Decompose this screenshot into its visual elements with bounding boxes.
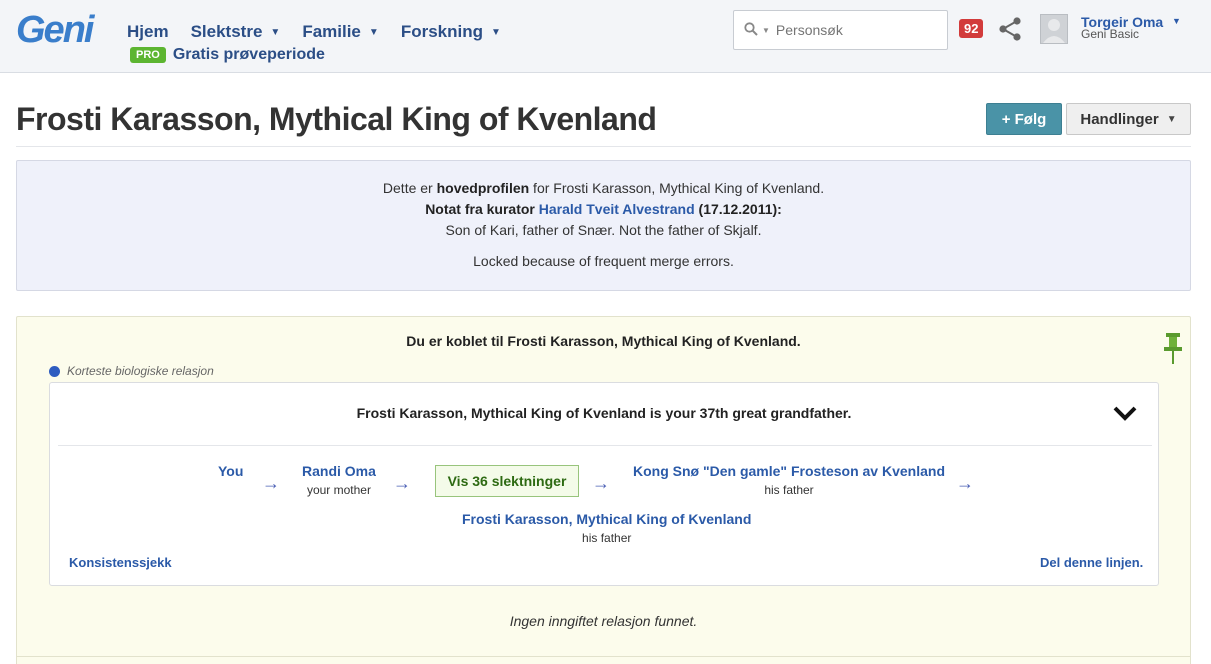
nav-forskning[interactable]: Forskning ▼	[401, 22, 501, 42]
search-options-caret-icon[interactable]: ▼	[762, 26, 770, 35]
free-trial-link[interactable]: Gratis prøveperiode	[173, 46, 325, 64]
nav-forskning-label: Forskning	[400, 22, 483, 41]
person-relation: his father	[582, 531, 632, 545]
legend: Korteste biologiske relasjon	[49, 364, 214, 378]
path-person-mother: Randi Oma your mother	[302, 463, 376, 497]
main-profile-line: Dette er hovedprofilen for Frosti Karass…	[17, 178, 1190, 199]
arrow-right-icon: →	[262, 473, 280, 493]
note-text: Son of Kari, father of Snær. Not the fat…	[445, 222, 762, 238]
chevron-down-icon: ▼	[490, 26, 501, 38]
avatar[interactable]	[1040, 14, 1068, 44]
chevron-down-icon: ▼	[1166, 113, 1177, 125]
chevron-down-icon[interactable]	[1112, 403, 1138, 423]
relationship-path-card: Frosti Karasson, Mythical King of Kvenla…	[49, 382, 1159, 586]
follow-button[interactable]: + Følg	[986, 103, 1062, 135]
share-icon[interactable]	[997, 16, 1023, 42]
note-label: Notat fra kurator	[425, 201, 539, 217]
top-navigation-bar: Geni Hjem Slektstre ▼ Familie ▼ Forskning ▼…	[0, 0, 1211, 73]
divider	[16, 146, 1191, 147]
page-title: Frosti Karasson, Mythical King of Kvenla…	[16, 101, 657, 137]
chevron-down-icon: ▼	[270, 26, 281, 38]
arrow-right-icon: →	[956, 473, 974, 493]
info-text: Dette er	[382, 180, 437, 196]
legend-label: Korteste biologiske relasjon	[67, 364, 214, 378]
avatar-silhouette-icon	[1043, 19, 1065, 43]
person-name-link[interactable]: Frosti Karasson, Mythical King of Kvenla…	[462, 511, 751, 527]
divider	[17, 656, 1190, 657]
nav-familie-label: Familie	[302, 22, 361, 41]
pro-badge: PRO	[130, 47, 166, 63]
pro-trial-row: PRO Gratis prøveperiode	[130, 46, 325, 64]
path-person-frosti: Frosti Karasson, Mythical King of Kvenla…	[462, 511, 751, 545]
info-text: for Frosti Karasson, Mythical King of Kv…	[529, 180, 825, 196]
person-search[interactable]: ▼	[733, 10, 948, 50]
user-plan: Geni Basic	[1081, 27, 1140, 41]
relationship-panel: Du er koblet til Frosti Karasson, Mythic…	[16, 316, 1191, 664]
nav-slektstre-label: Slektstre	[190, 22, 263, 41]
nav-familie[interactable]: Familie ▼	[302, 22, 379, 42]
relationship-summary: Frosti Karasson, Mythical King of Kvenla…	[356, 405, 852, 421]
path-person-you: You	[218, 463, 243, 479]
curator-info-box: Dette er hovedprofilen for Frosti Karass…	[16, 160, 1191, 291]
chevron-down-icon: ▼	[368, 26, 379, 38]
notification-badge[interactable]: 92	[959, 19, 984, 38]
curator-note-line: Notat fra kurator Harald Tveit Alvestran…	[17, 199, 1190, 220]
relationship-heading: Du er koblet til Frosti Karasson, Mythic…	[406, 333, 801, 349]
biological-relation-dot-icon	[49, 365, 60, 377]
geni-logo[interactable]: Geni	[16, 10, 94, 50]
share-line-link[interactable]: Del denne linjen.	[1040, 555, 1143, 570]
nav-hjem-label: Hjem	[127, 22, 169, 41]
arrow-right-icon: →	[592, 473, 610, 493]
nav-slektstre[interactable]: Slektstre ▼	[191, 22, 281, 42]
main-nav: Hjem Slektstre ▼ Familie ▼ Forskning ▼	[127, 22, 523, 42]
show-relatives-button[interactable]: Vis 36 slektninger	[435, 465, 579, 497]
info-bold-text: hovedprofilen	[436, 180, 530, 196]
actions-button-label: Handlinger	[1080, 110, 1159, 128]
note-date: (17.12.2011):	[694, 201, 782, 217]
person-relation: his father	[764, 483, 814, 497]
no-marriage-relation-text: Ingen inngiftet relasjon funnet.	[509, 613, 698, 629]
person-name-link[interactable]: Kong Snø "Den gamle" Frosteson av Kvenla…	[633, 463, 945, 479]
search-icon	[744, 21, 758, 39]
actions-button[interactable]: Handlinger ▼	[1066, 103, 1191, 135]
divider	[58, 445, 1152, 446]
arrow-right-icon: →	[393, 473, 411, 493]
path-person-kong-sno: Kong Snø "Den gamle" Frosteson av Kvenla…	[633, 463, 945, 497]
person-name-link[interactable]: Randi Oma	[302, 463, 376, 479]
chevron-down-icon[interactable]: ▼	[1172, 16, 1181, 26]
person-relation: your mother	[306, 483, 371, 497]
pin-icon[interactable]	[1162, 331, 1184, 365]
person-name-link[interactable]: You	[218, 463, 243, 479]
search-input[interactable]	[775, 22, 926, 38]
curator-link[interactable]: Harald Tveit Alvestrand	[539, 201, 695, 217]
consistency-check-link[interactable]: Konsistenssjekk	[69, 555, 172, 570]
nav-hjem[interactable]: Hjem	[127, 22, 169, 42]
lock-text: Locked because of frequent merge errors.	[473, 253, 734, 269]
